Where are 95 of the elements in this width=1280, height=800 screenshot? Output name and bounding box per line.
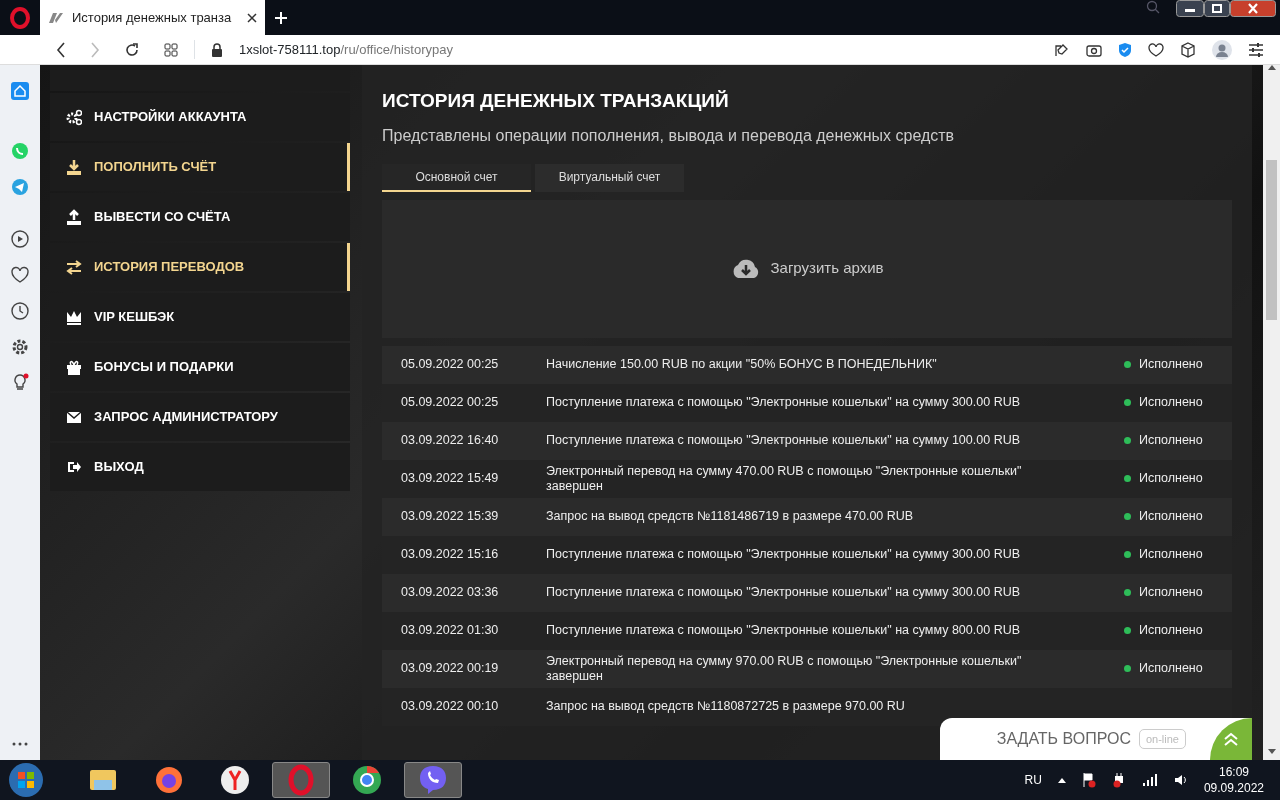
start-button-icon[interactable]	[8, 762, 44, 798]
status-text: Исполнено	[1139, 508, 1203, 526]
transaction-date: 03.09.2022 15:49	[400, 470, 500, 488]
account-tab[interactable]: Виртуальный счет	[535, 163, 684, 192]
page-subtitle: Представлены операции пополнения, вывода и перевода денежных средств	[382, 125, 956, 146]
status-text: Исполнено	[1139, 432, 1203, 450]
status-dot	[1124, 665, 1131, 672]
opera-logo-icon[interactable]	[10, 6, 30, 29]
transaction-description: Электронный перевод на сумму 470.00 RUB с помощью "Электронные кошельки" завершен	[546, 464, 1023, 493]
browser-tab[interactable]: История денежных транза	[40, 0, 265, 35]
home-icon[interactable]	[10, 81, 30, 101]
url-text: 1xslot-758111.top/ru/office/historypay	[239, 40, 453, 59]
paper-plane-icon[interactable]	[10, 177, 30, 197]
status-dot	[1124, 361, 1131, 368]
address-field[interactable]: 1xslot-758111.top/ru/office/historypay	[194, 39, 1054, 60]
download-archive-button[interactable]: Загрузить архив	[730, 257, 884, 280]
transaction-date: 05.09.2022 00:25	[400, 356, 500, 374]
transaction-date: 03.09.2022 03:36	[400, 584, 500, 602]
scrollbar-thumb[interactable]	[1266, 160, 1277, 320]
tray-arrow-icon[interactable]	[1057, 777, 1066, 783]
page-title: ИСТОРИЯ ДЕНЕЖНЫХ ТРАНЗАКЦИЙ	[382, 89, 730, 113]
scrollbar[interactable]	[1263, 65, 1280, 760]
sidebar-item[interactable]: ЗАПРОС АДМИНИСТРАТОРУ	[50, 393, 350, 441]
gift-icon	[66, 358, 82, 376]
language-indicator[interactable]: RU	[1024, 771, 1042, 789]
status-text: Исполнено	[1139, 356, 1203, 374]
lock-icon	[211, 42, 223, 57]
avatar-icon[interactable]	[1212, 39, 1232, 60]
cube-icon[interactable]	[1180, 41, 1196, 58]
grid-icon[interactable]	[164, 42, 178, 57]
transaction-description: Поступление платежа с помощью "Электронные кошельки" на сумму 300.00 RUB	[546, 547, 1022, 562]
transaction-date: 03.09.2022 00:10	[400, 698, 500, 716]
transaction-description: Начисление 150.00 RUB по акции "50% БОНУС В ПОНЕДЕЛЬНИК"	[546, 357, 938, 372]
power-plug-icon[interactable]	[1111, 772, 1126, 788]
gears-icon	[66, 108, 82, 126]
status-text: Исполнено	[1139, 546, 1203, 564]
download-icon	[66, 158, 82, 176]
sidebar-item[interactable]: ПОПОЛНИТЬ СЧЁТ	[50, 143, 350, 191]
status-text: Исполнено	[1139, 470, 1203, 488]
sidebar-item[interactable]: ВЫХОД	[50, 443, 350, 491]
transaction-description: Поступление платежа с помощью "Электронные кошельки" на сумму 300.00 RUB	[546, 395, 1022, 410]
more-icon[interactable]	[12, 742, 28, 746]
new-tab-icon[interactable]	[275, 11, 287, 24]
transaction-description: Поступление платежа с помощью "Электронные кошельки" на сумму 300.00 RUB	[546, 585, 1022, 600]
clock[interactable]: 16:09 09.09.2022	[1203, 763, 1264, 797]
reload-icon[interactable]	[124, 41, 140, 58]
status-dot	[1124, 399, 1131, 406]
status-text: Исполнено	[1139, 622, 1203, 640]
flag-icon[interactable]	[1081, 772, 1096, 788]
upload-icon	[66, 208, 82, 226]
status-dot	[1124, 627, 1131, 634]
status-text: Исполнено	[1139, 660, 1203, 678]
status-dot	[1124, 475, 1131, 482]
camera-icon[interactable]	[1086, 42, 1102, 57]
settings-icon[interactable]	[10, 337, 30, 357]
heart-icon[interactable]	[1148, 42, 1164, 57]
status-text: Исполнено	[1139, 394, 1203, 412]
status-dot	[1124, 513, 1131, 520]
chevron-up-icon	[1223, 732, 1239, 746]
close-icon[interactable]	[247, 12, 257, 23]
transaction-description: Электронный перевод на сумму 970.00 RUB с помощью "Электронные кошельки" завершен	[546, 654, 1023, 683]
play-icon[interactable]	[10, 229, 30, 249]
restore-icon[interactable]	[1204, 0, 1230, 17]
clock-icon[interactable]	[10, 301, 30, 321]
chat-widget[interactable]: ЗАДАТЬ ВОПРОС on-line	[940, 718, 1252, 760]
transaction-date: 03.09.2022 16:40	[400, 432, 500, 450]
site-logo-icon	[48, 11, 64, 24]
settings-icon[interactable]	[1248, 42, 1264, 57]
speaker-icon[interactable]	[1173, 773, 1188, 787]
transaction-date: 05.09.2022 00:25	[400, 394, 500, 412]
search-icon[interactable]	[1146, 0, 1160, 14]
transaction-date: 03.09.2022 00:19	[400, 660, 500, 678]
transaction-date: 03.09.2022 01:30	[400, 622, 500, 640]
online-badge: on-line	[1138, 728, 1186, 750]
minimize-icon[interactable]	[1176, 0, 1204, 17]
heart-icon[interactable]	[10, 265, 30, 285]
chat-label: ЗАДАТЬ ВОПРОС	[996, 729, 1131, 749]
transaction-date: 03.09.2022 15:39	[400, 508, 500, 526]
transaction-description: Поступление платежа с помощью "Электронные кошельки" на сумму 100.00 RUB	[546, 433, 1022, 448]
tab-title: История денежных транза	[72, 8, 233, 27]
status-dot	[1124, 551, 1131, 558]
sidebar-item[interactable]: НАСТРОЙКИ АККАУНТА	[50, 93, 350, 141]
transaction-description: Поступление платежа с помощью "Электронные кошельки" на сумму 800.00 RUB	[546, 623, 1022, 638]
status-dot	[1124, 589, 1131, 596]
sidebar-item[interactable]: ВЫВЕСТИ СО СЧЁТА	[50, 193, 350, 241]
transaction-description: Запрос на вывод средств №1180872725 в размере 970.00 RU	[546, 699, 906, 714]
scroll-down-icon[interactable]	[1267, 749, 1276, 754]
status-dot	[1124, 437, 1131, 444]
status-text: Исполнено	[1139, 584, 1203, 602]
back-icon[interactable]	[56, 41, 66, 58]
transaction-description: Запрос на вывод средств №1181486719 в размере 470.00 RUB	[546, 509, 915, 524]
arrows-icon	[66, 258, 82, 276]
signal-icon[interactable]	[1141, 774, 1158, 786]
shield-icon[interactable]	[1118, 41, 1132, 58]
transaction-date: 03.09.2022 15:16	[400, 546, 500, 564]
